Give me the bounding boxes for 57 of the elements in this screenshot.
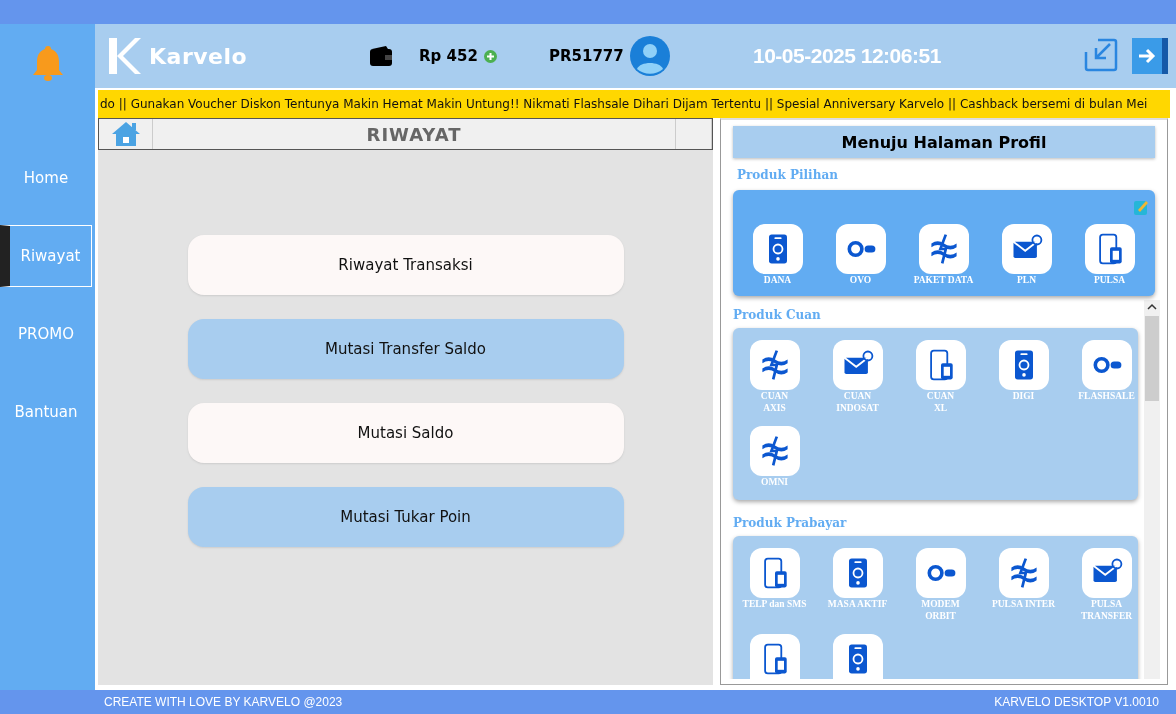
menu-button[interactable]: Mutasi Transfer Saldo [187, 319, 624, 379]
product-label: CUAN AXIS [760, 390, 789, 414]
product-tile[interactable] [835, 224, 886, 274]
user-id: PR51777 [549, 47, 624, 65]
avatar-icon[interactable] [629, 36, 670, 76]
version-label: KARVELO DESKTOP V1.0010 [994, 695, 1159, 709]
product-label: PULSA INTER [991, 598, 1056, 610]
product-tile[interactable] [918, 224, 969, 274]
product-label: DIGI [1012, 390, 1035, 402]
product-tile[interactable] [1001, 224, 1052, 274]
logo-icon [107, 36, 143, 76]
product-tile[interactable] [749, 634, 800, 679]
product-tile[interactable] [832, 548, 883, 598]
product-label: TELP dan SMS [742, 598, 807, 610]
section-title: Produk Prabayar [733, 516, 848, 530]
profile-button[interactable]: Menuju Halaman Profil [733, 126, 1155, 158]
product-label: OMNI [761, 476, 788, 488]
add-icon[interactable] [483, 49, 497, 63]
brand-name: Karvelo [149, 43, 248, 69]
menu-button[interactable]: Mutasi Saldo [187, 403, 624, 463]
product-tile[interactable] [1081, 340, 1132, 390]
news-ticker: do || Gunakan Voucher Diskon Tentunya Makin Hemat Makin Untung!! Nikmati Flashsale Dihari Dijam Tertentu || Spesial Anniversary Karvelo || Cashback bersemi di bulan Mei [98, 90, 1170, 118]
footer-credit: CREATE WITH LOVE BY KARVELO @2023 [104, 695, 343, 709]
section-title: Produk Pilihan [737, 168, 839, 182]
product-label: MODEM ORBIT [921, 598, 960, 622]
product-tile[interactable] [998, 548, 1049, 598]
product-label: FLASHSALE [1078, 390, 1135, 402]
product-tile[interactable] [749, 548, 800, 598]
product-label: PAKET DATA [913, 274, 974, 286]
date-time: 10-05-2025 12:06:51 [753, 44, 942, 68]
product-label: PULSA [1093, 274, 1126, 286]
wallet-icon [369, 45, 393, 67]
product-tile[interactable] [832, 340, 883, 390]
product-tile[interactable] [752, 224, 803, 274]
product-label: CUAN INDOSAT [836, 390, 879, 414]
product-label: MASA AKTIF [827, 598, 888, 610]
product-tile[interactable] [998, 340, 1049, 390]
product-label: DANA [763, 274, 792, 286]
product-label: PLN [1017, 274, 1036, 286]
section-title: Produk Cuan [733, 308, 822, 322]
scrollbar[interactable] [1144, 300, 1160, 679]
product-tile[interactable] [749, 340, 800, 390]
product-tile[interactable] [915, 548, 966, 598]
product-tile[interactable] [1084, 224, 1135, 274]
product-label: CUAN XL [926, 390, 955, 414]
logout-icon[interactable] [1132, 38, 1168, 74]
menu-button[interactable]: Riwayat Transaksi [187, 235, 624, 295]
product-tile[interactable] [915, 340, 966, 390]
balance-amount: Rp 452 [419, 47, 478, 65]
product-tile[interactable] [749, 426, 800, 476]
product-tile[interactable] [1081, 548, 1132, 598]
product-label: OVO [849, 274, 872, 286]
menu-button[interactable]: Mutasi Tukar Poin [187, 487, 624, 547]
product-tile[interactable] [832, 634, 883, 679]
page-title: RIWAYAT [366, 123, 462, 145]
scrollbar-thumb[interactable] [1145, 316, 1159, 401]
product-label: PULSA TRANSFER [1080, 598, 1133, 622]
